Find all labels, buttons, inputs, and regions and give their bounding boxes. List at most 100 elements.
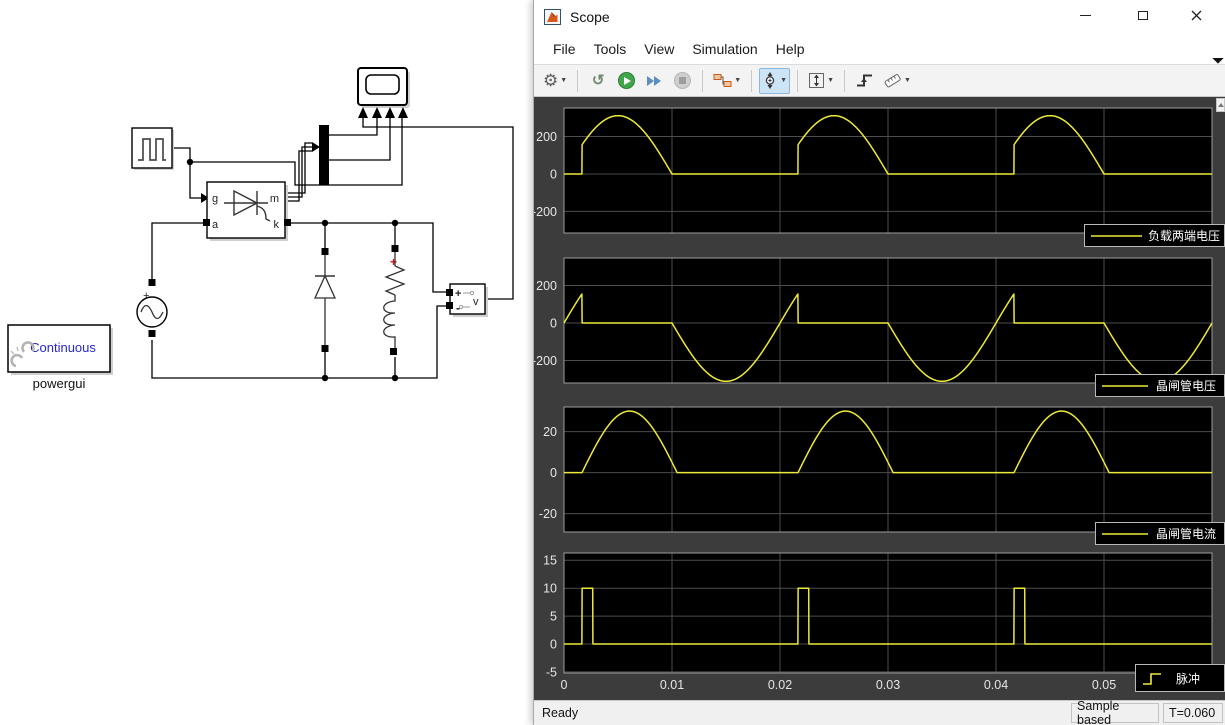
span-axes-button[interactable]: ▼ (805, 68, 837, 94)
scope-plots[interactable]: 2000-2002000-200200-20151050-50 0.01 0.02 0… (534, 97, 1225, 700)
y-tick-label: 15 (543, 554, 557, 568)
plot-load-voltage[interactable]: 200 0 -200 (534, 107, 1213, 234)
diode-block[interactable] (313, 248, 337, 352)
rlc-bottom-port[interactable] (390, 348, 397, 355)
zoom-tools-button[interactable]: ▼ (759, 67, 791, 94)
sim-time-indicator: T=0.060 (1163, 703, 1223, 723)
span-axes-icon (809, 73, 825, 88)
rlc-top-port[interactable] (391, 245, 399, 252)
stop-icon (673, 72, 691, 89)
voltage-measurement-block[interactable]: + - v (446, 283, 488, 317)
toolbar: ⚙ ▼ ↺ ▼ ▼ ▼ ▼ (534, 64, 1225, 97)
chevron-down-icon: ▼ (904, 77, 911, 84)
plot-thyristor-current[interactable]: 20 0 -20 (539, 406, 1213, 533)
close-button[interactable] (1174, 0, 1219, 30)
diode-bottom-port[interactable] (321, 345, 329, 352)
source-polarity: + (143, 290, 149, 302)
y-tick-label: 10 (543, 582, 557, 596)
step-forward-button[interactable] (641, 68, 667, 94)
step-forward-icon (647, 75, 662, 86)
legend-label: 晶闸管电流 (1156, 527, 1217, 541)
run-icon (617, 72, 635, 89)
vm-v-label: v (473, 296, 479, 308)
y-tick-label: 5 (550, 609, 557, 623)
legend-thyristor-voltage[interactable]: 晶闸管电压 (1095, 374, 1225, 397)
x-tick-label: 0.03 (876, 678, 900, 692)
scope-screen-icon (365, 74, 400, 95)
vm-plus-port[interactable] (446, 289, 453, 296)
zoom-crosshair-icon (765, 72, 775, 89)
y-tick-label: -200 (534, 205, 557, 219)
maximize-button[interactable] (1120, 0, 1165, 30)
toolbar-separator (797, 69, 799, 92)
dock-arrow-icon[interactable] (1212, 52, 1224, 64)
pulse-generator-block[interactable] (131, 127, 174, 170)
scope-block[interactable] (357, 67, 410, 118)
model-diagram: g a m k + + + - v Continuous powergui (7, 67, 514, 391)
y-tick-label: 0 (550, 167, 557, 181)
menu-simulation[interactable]: Simulation (683, 37, 766, 61)
y-tick-label: 200 (536, 130, 557, 144)
legend-stair-icon (1143, 673, 1161, 685)
demux-block[interactable] (319, 125, 329, 185)
status-text: Ready (542, 706, 579, 720)
titlebar[interactable]: Scope (534, 0, 1225, 33)
diode-top-port[interactable] (321, 248, 329, 255)
y-tick-label: -20 (539, 507, 557, 521)
anode-port[interactable] (203, 219, 210, 226)
toolbar-separator (577, 69, 579, 92)
step-back-icon: ↺ (591, 72, 605, 89)
source-plus-port[interactable] (148, 279, 156, 286)
source-minus-port[interactable] (148, 330, 156, 337)
legend-line-icon (1102, 384, 1148, 387)
minimize-button[interactable] (1063, 0, 1108, 30)
y-tick-label: 20 (543, 425, 557, 439)
y-tick-label: -200 (534, 354, 557, 368)
y-tick-label: 0 (550, 637, 557, 651)
settings-button[interactable]: ⚙ ▼ (540, 68, 570, 94)
scroll-up-icon (1217, 103, 1224, 107)
trigger-button[interactable] (852, 68, 878, 94)
menu-tools[interactable]: Tools (585, 37, 636, 61)
demux-arrowhead (312, 142, 320, 152)
run-button[interactable] (613, 68, 639, 94)
signal-wires[interactable] (151, 118, 514, 379)
scrollbar-up-button[interactable] (1216, 98, 1225, 112)
chevron-down-icon: ▼ (560, 77, 568, 84)
sample-mode-indicator: Sample based (1071, 699, 1159, 725)
powergui-block[interactable]: Continuous powergui (7, 324, 113, 391)
window-title: Scope (570, 8, 610, 25)
stop-button[interactable] (669, 68, 695, 94)
toolbar-separator (844, 69, 845, 92)
measurements-button[interactable]: ▼ (880, 68, 914, 94)
highlight-block-button[interactable]: ▼ (710, 68, 744, 94)
legend-load-voltage[interactable]: 负载两端电压 (1084, 224, 1225, 247)
measurements-ruler-icon (884, 74, 901, 88)
legend-line-icon (1102, 532, 1148, 535)
legend-pulse[interactable]: 脉冲 (1135, 664, 1225, 692)
highlight-simulink-block-icon (713, 74, 732, 87)
vm-minus-port[interactable] (446, 302, 453, 309)
inductor-icon (383, 295, 396, 348)
legend-thyristor-current[interactable]: 晶闸管电流 (1095, 522, 1225, 545)
chevron-down-icon: ▼ (827, 77, 834, 84)
thyristor-block[interactable]: g a m k (203, 181, 291, 241)
simulink-model-canvas[interactable]: g a m k + + + - v Continuous powergui (0, 0, 533, 725)
menu-view[interactable]: View (635, 37, 683, 61)
powergui-mode-text: Continuous (30, 340, 96, 355)
ac-voltage-source-block[interactable]: + (136, 279, 168, 337)
series-rlc-branch-block[interactable]: + (383, 245, 406, 355)
cathode-port[interactable] (284, 219, 291, 226)
plot-thyristor-voltage[interactable]: 200 0 -200 (534, 257, 1213, 384)
menu-help[interactable]: Help (767, 37, 814, 61)
resistor-icon (384, 252, 406, 296)
scope-window: Scope File Tools View Simulation Help ⚙ … (533, 0, 1225, 725)
menu-file[interactable]: File (544, 37, 585, 61)
scope-input-ports (358, 107, 408, 118)
chevron-down-icon: ▼ (780, 77, 788, 84)
matlab-scope-icon (544, 8, 561, 25)
plot-gate-pulse[interactable]: 15 10 5 0 -5 0 0.01 0.02 0.03 0.04 0.05 (543, 552, 1213, 692)
x-tick-label: 0.04 (984, 678, 1008, 692)
step-back-button[interactable]: ↺ (585, 68, 611, 94)
powergui-label: powergui (33, 376, 86, 391)
